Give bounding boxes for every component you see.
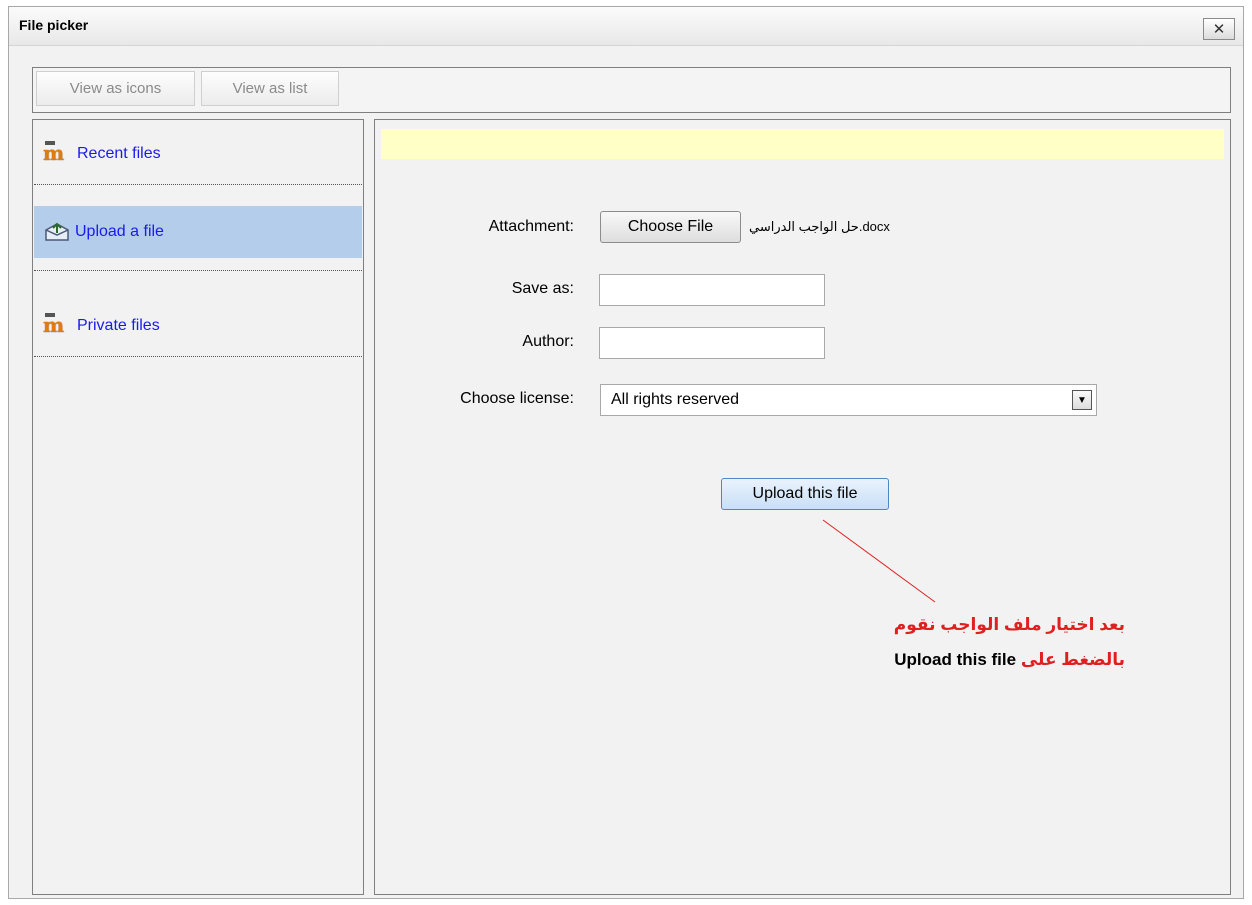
close-button[interactable]: ✕: [1203, 18, 1235, 40]
sidebar-item-private-files[interactable]: m Private files: [34, 312, 362, 340]
upload-panel: Attachment: Choose File حل الواجب الدراس…: [374, 119, 1231, 895]
annotation-arabic-part: بالضغط على: [1020, 650, 1125, 669]
sidebar-item-label: Recent files: [77, 145, 161, 162]
view-as-list-button[interactable]: View as list: [201, 71, 339, 106]
sidebar-divider: [34, 270, 362, 271]
file-picker-dialog: File picker ✕ View as icons View as list…: [8, 6, 1244, 899]
moodle-icon: m: [43, 313, 64, 337]
dialog-titlebar: File picker ✕: [9, 7, 1243, 46]
dialog-title: File picker: [19, 17, 89, 33]
sidebar-item-upload-a-file[interactable]: Upload a file: [34, 206, 362, 258]
repository-sidebar: m Recent files Upload a file m Private f…: [32, 119, 364, 895]
upload-icon: [43, 222, 71, 242]
view-as-icons-button[interactable]: View as icons: [36, 71, 195, 106]
annotation-english-part: Upload this file: [894, 650, 1017, 669]
sidebar-divider: [34, 184, 362, 185]
close-icon: ✕: [1212, 21, 1226, 38]
annotation-arrow-line: [822, 519, 936, 603]
annotation-text-line2: بالضغط على Upload this file: [805, 650, 1125, 670]
moodle-icon: m: [43, 141, 64, 165]
sidebar-divider: [34, 356, 362, 357]
view-toolbar: View as icons View as list: [32, 67, 1231, 113]
sidebar-item-label: Upload a file: [75, 223, 164, 240]
sidebar-item-recent-files[interactable]: m Recent files: [34, 140, 362, 168]
sidebar-item-label: Private files: [77, 317, 160, 334]
annotation-text-line1: بعد اختيار ملف الواجب نقوم: [893, 615, 1125, 634]
